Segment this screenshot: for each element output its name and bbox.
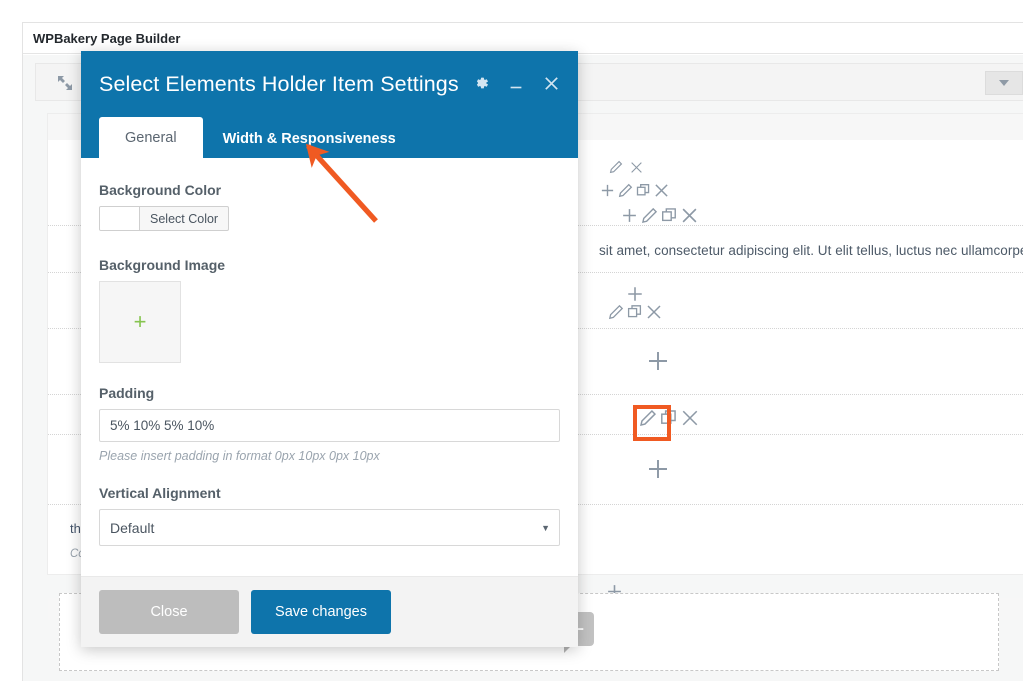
vertical-alignment-select[interactable]: Default ▼ — [99, 509, 560, 546]
modal-footer: Close Save changes — [81, 576, 578, 647]
copy-icon[interactable] — [627, 304, 643, 325]
toolbar-dropdown-button[interactable] — [985, 71, 1023, 95]
element-controls-1 — [609, 160, 643, 179]
copy-icon[interactable] — [636, 183, 651, 203]
plus-icon: + — [133, 309, 147, 334]
modal-header: Select Elements Holder Item Settings Gen… — [81, 51, 578, 158]
vertical-alignment-label: Vertical Alignment — [99, 485, 221, 501]
image-upload-button[interactable]: + — [99, 281, 181, 363]
plus-icon[interactable] — [600, 183, 615, 203]
pencil-icon[interactable] — [639, 409, 657, 432]
close-icon[interactable] — [681, 409, 699, 432]
modal-tabs: General Width & Responsiveness — [99, 117, 416, 158]
element-controls-4 — [608, 304, 662, 325]
modal-body: Background Color Select Color Background… — [81, 158, 578, 576]
padding-input[interactable] — [99, 409, 560, 442]
page-title: WPBakery Page Builder — [23, 23, 1023, 54]
close-icon[interactable] — [540, 71, 562, 95]
chevron-down-icon: ▼ — [541, 522, 550, 533]
pencil-icon[interactable] — [618, 183, 633, 203]
copy-icon[interactable] — [660, 409, 678, 432]
content-paragraph: sit amet, consectetur adipiscing elit. U… — [599, 243, 1023, 258]
padding-hint: Please insert padding in format 0px 10px… — [99, 449, 380, 463]
close-icon[interactable] — [654, 183, 669, 203]
background-color-label: Background Color — [99, 182, 222, 198]
modal-title: Select Elements Holder Item Settings — [99, 72, 459, 96]
field-background-image: Background Image + — [99, 257, 560, 363]
screenshot-root: WPBakery Page Builder sit amet, consecte… — [0, 0, 1023, 681]
chevron-down-icon — [999, 80, 1009, 86]
close-button[interactable]: Close — [99, 590, 239, 634]
close-icon[interactable] — [630, 161, 643, 179]
add-element-icon[interactable] — [646, 349, 670, 377]
tab-general[interactable]: General — [99, 117, 203, 158]
add-element-icon[interactable] — [646, 457, 670, 485]
element-controls-2 — [600, 183, 669, 203]
save-changes-button[interactable]: Save changes — [251, 590, 391, 634]
background-image-label: Background Image — [99, 257, 226, 273]
select-color-label: Select Color — [150, 211, 219, 226]
vertical-alignment-value: Default — [99, 509, 560, 546]
color-picker-button[interactable]: Select Color — [99, 206, 230, 231]
color-swatch[interactable] — [100, 207, 140, 230]
element-controls-highlighted — [639, 409, 699, 432]
field-padding: Padding Please insert padding in format … — [99, 385, 560, 463]
move-arrows-icon[interactable] — [54, 72, 76, 94]
minimize-icon[interactable] — [505, 71, 527, 95]
gear-icon[interactable] — [470, 71, 492, 95]
close-icon[interactable] — [646, 304, 662, 325]
tab-width-responsiveness[interactable]: Width & Responsiveness — [203, 119, 416, 158]
element-settings-modal: Select Elements Holder Item Settings Gen… — [81, 51, 578, 647]
modal-header-actions — [470, 71, 562, 95]
pencil-icon[interactable] — [609, 160, 623, 179]
field-background-color: Background Color Select Color — [99, 182, 560, 235]
padding-label: Padding — [99, 385, 155, 401]
pencil-icon[interactable] — [608, 304, 624, 325]
field-vertical-alignment: Vertical Alignment Default ▼ — [99, 485, 560, 546]
